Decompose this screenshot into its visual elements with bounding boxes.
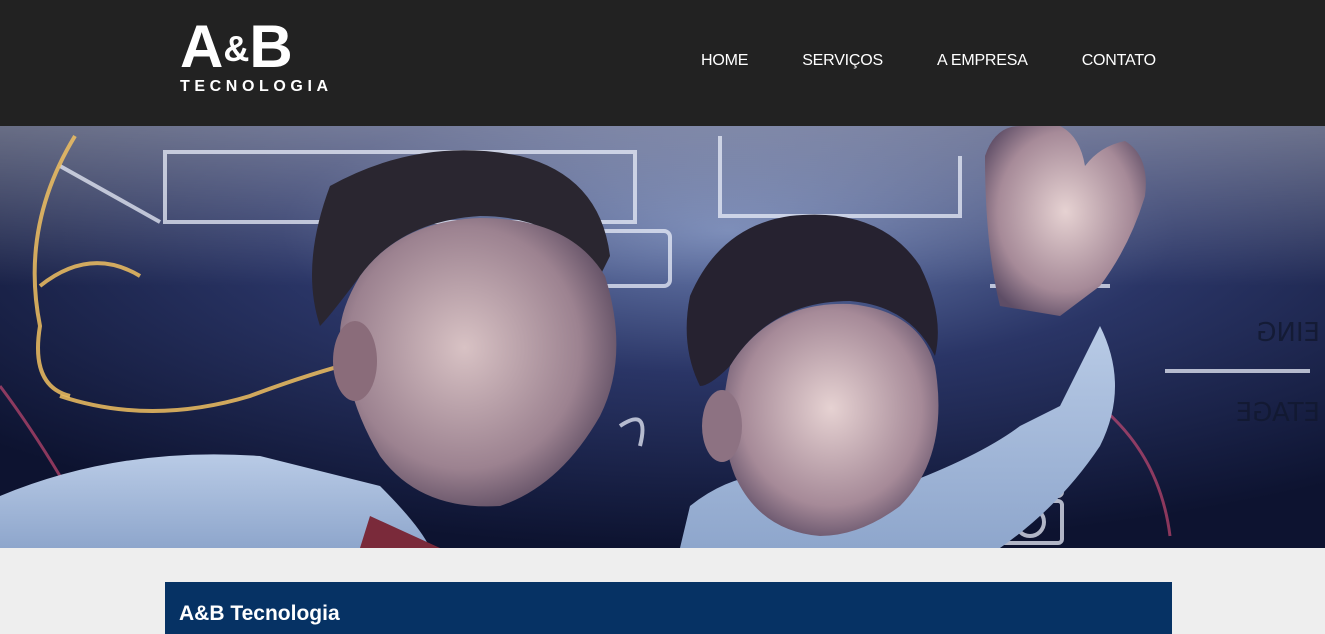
nav-item-servicos[interactable]: SERVIÇOS	[802, 52, 883, 70]
main-nav: HOME SERVIÇOS A EMPRESA CONTATO	[701, 52, 1156, 70]
svg-text:EING: EING	[1256, 318, 1320, 348]
section-title: A&B Tecnologia	[179, 602, 340, 625]
logo-tagline: TECNOLOGIA	[180, 78, 333, 95]
logo[interactable]: A&B TECNOLOGIA	[180, 13, 365, 98]
site-header: A&B TECNOLOGIA HOME SERVIÇOS A EMPRESA C…	[0, 0, 1325, 126]
svg-text:ETAGE: ETAGE	[1236, 398, 1320, 428]
hero-banner-image: EING ETAGE	[0, 126, 1325, 548]
section-title-bar: A&B Tecnologia	[165, 582, 1172, 634]
hero-illustration: EING ETAGE	[0, 126, 1325, 548]
nav-item-a-empresa[interactable]: A EMPRESA	[937, 52, 1028, 70]
nav-item-home[interactable]: HOME	[701, 52, 748, 70]
nav-item-contato[interactable]: CONTATO	[1082, 52, 1156, 70]
logo-wordmark: A&B	[180, 13, 293, 80]
